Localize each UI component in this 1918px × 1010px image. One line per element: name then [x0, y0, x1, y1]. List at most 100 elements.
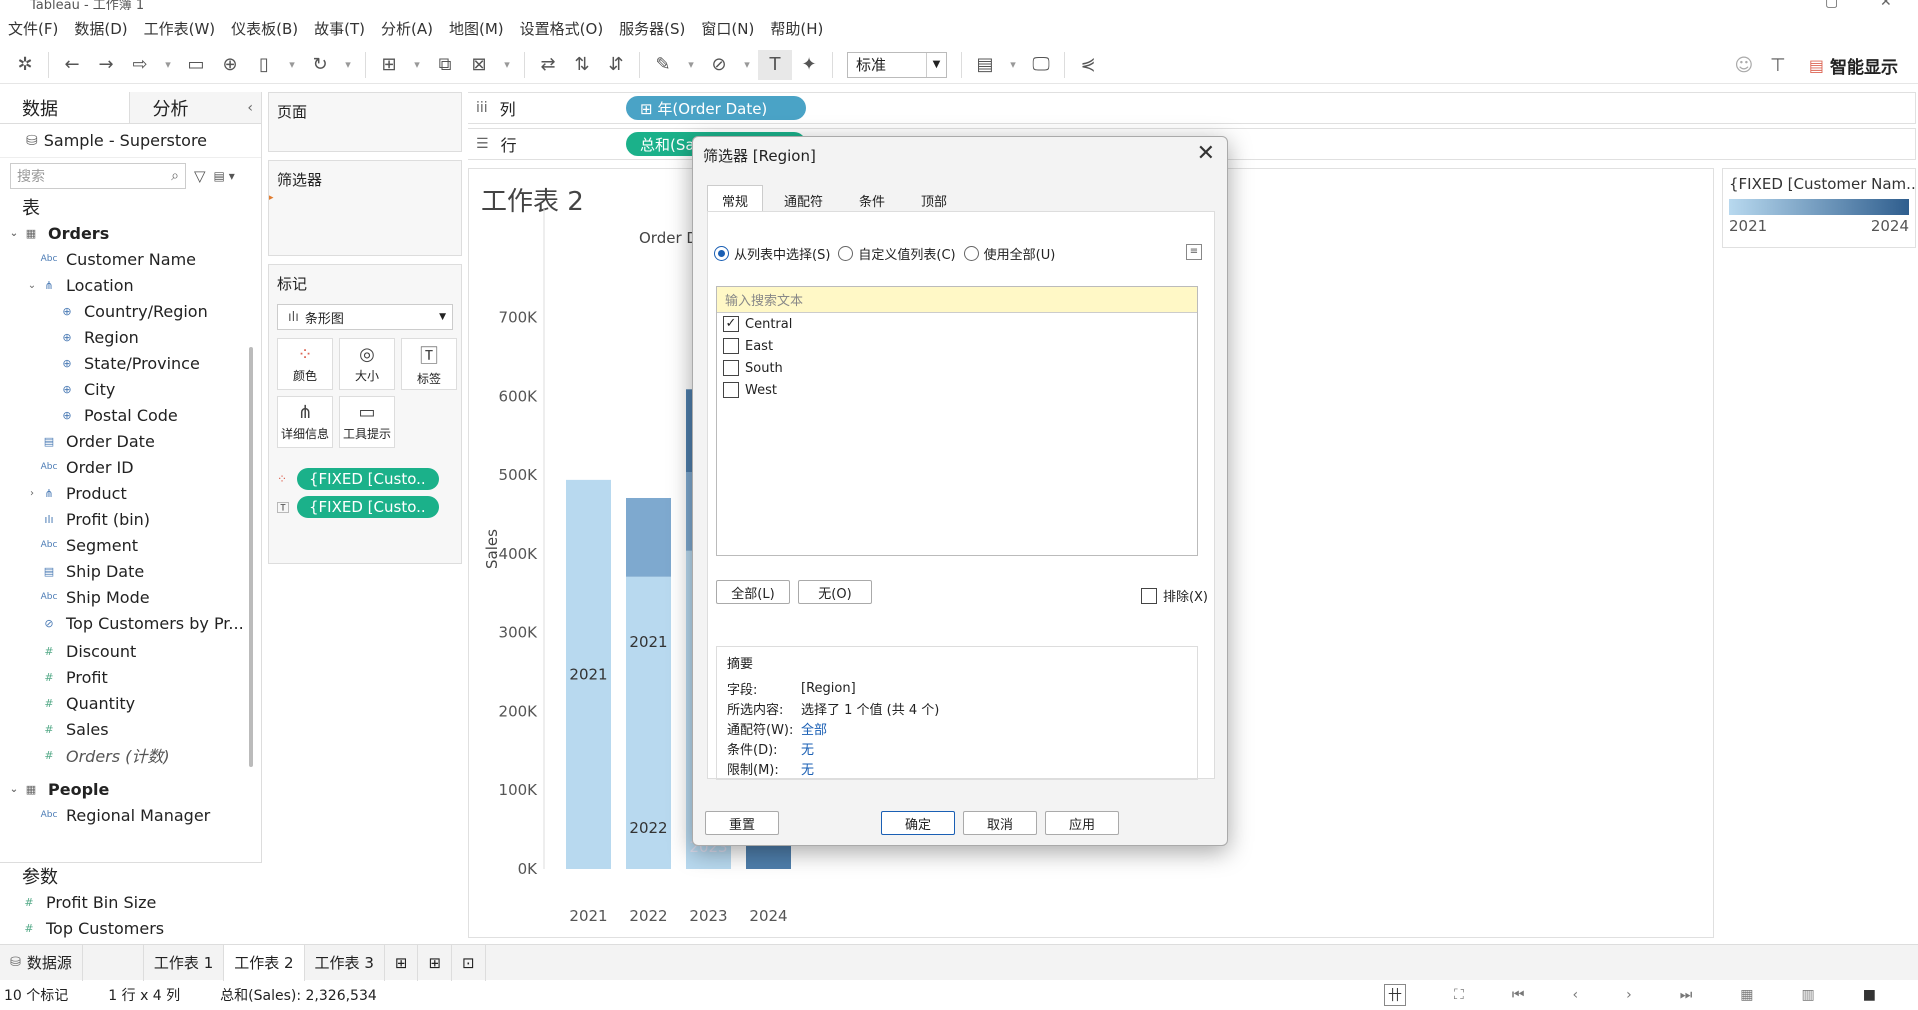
columns-shelf[interactable]: iii 列 ⊞ 年(Order Date) [468, 92, 1916, 124]
field-item[interactable]: › ⋔ Product [0, 480, 261, 506]
list-options-icon[interactable]: ≡ [1186, 244, 1202, 260]
list-item[interactable]: East [717, 335, 1197, 357]
color-button[interactable]: ⁘ 颜色 [277, 338, 333, 390]
field-item[interactable]: ⊕ Region [0, 324, 261, 350]
field-item[interactable]: ⊕ City [0, 376, 261, 402]
sheet-tab[interactable]: 工作表 3 [305, 944, 385, 981]
field-item[interactable]: Abc Segment [0, 532, 261, 558]
field-item[interactable]: # Quantity [0, 690, 261, 716]
group-members-icon[interactable]: ⊘ [702, 50, 736, 80]
field-item[interactable]: #People (计数) [0, 828, 261, 832]
summary-value[interactable]: 无 [801, 759, 814, 778]
save-icon[interactable]: ▭ [179, 50, 213, 80]
search-input[interactable]: 搜索 ⌕ [10, 163, 186, 189]
maximize-icon[interactable]: ▢ [1825, 0, 1838, 10]
share-icon[interactable]: ⋞ [1071, 50, 1105, 80]
field-item[interactable]: Abc Ship Mode [0, 584, 261, 610]
replace-data-icon[interactable]: ⇨ [123, 50, 157, 80]
checkbox-checked-icon[interactable]: ✓ [723, 316, 739, 332]
field-item[interactable]: ⊕ Country/Region [0, 298, 261, 324]
bar-segment[interactable] [626, 497, 671, 577]
parameter-item[interactable]: # Profit Bin Size [0, 889, 262, 915]
dropdown-arrow-icon[interactable]: ▾ [680, 50, 702, 80]
tab-analysis[interactable]: 分析 ‹ [130, 92, 261, 123]
menu-item[interactable]: 帮助(H) [770, 18, 823, 39]
table-orders[interactable]: ⌄ ▦ Orders [0, 220, 261, 246]
menu-item[interactable]: 服务器(S) [619, 18, 685, 39]
menu-item[interactable]: 设置格式(O) [520, 18, 604, 39]
label-field-pill[interactable]: {FIXED [Custo.. [297, 496, 439, 518]
parameter-item[interactable]: # Top Customers [0, 915, 262, 941]
bot-icon[interactable]: ☺ [1727, 50, 1761, 80]
view-options-icon[interactable]: ▤ ▾ [214, 169, 235, 183]
new-worksheet-icon[interactable]: ⊞ [372, 50, 406, 80]
new-story-icon[interactable]: ⊡ [452, 944, 486, 981]
scrollbar[interactable] [249, 347, 253, 767]
menu-item[interactable]: 地图(M) [449, 18, 504, 39]
field-item[interactable]: ▤ Order Date [0, 428, 261, 454]
close-window-icon[interactable]: ✕ [1880, 0, 1892, 10]
dropdown-arrow-icon[interactable]: ▾ [157, 50, 179, 80]
checkbox-icon[interactable] [723, 338, 739, 354]
chevron-icon[interactable]: ⌄ [26, 280, 38, 291]
mark-type-select[interactable]: ılı 条形图 ▼ [277, 304, 453, 330]
select-none-button[interactable]: 无(O) [798, 580, 872, 604]
color-legend[interactable]: {FIXED [Customer Nam... 2021 2024 [1722, 168, 1916, 248]
menu-item[interactable]: 窗口(N) [701, 18, 754, 39]
duplicate-sheet-icon[interactable]: ⧉ [428, 50, 462, 80]
first-sheet-icon[interactable]: ⏮ [1512, 987, 1525, 1003]
field-item[interactable]: Abc Customer Name [0, 246, 261, 272]
refresh-icon[interactable]: ↻ [303, 50, 337, 80]
cancel-button[interactable]: 取消 [963, 811, 1037, 835]
list-item[interactable]: South [717, 357, 1197, 379]
menu-item[interactable]: 工作表(W) [144, 18, 216, 39]
presentation-mode-icon[interactable]: 🖵 [1024, 50, 1058, 80]
pause-updates-icon[interactable]: ▯ [247, 50, 281, 80]
exclude-checkbox[interactable]: 排除(X) [1140, 586, 1208, 605]
next-sheet-icon[interactable]: › [1626, 987, 1632, 1003]
menu-item[interactable]: 故事(T) [314, 18, 365, 39]
checkbox-icon[interactable] [723, 360, 739, 376]
field-item[interactable]: # Profit [0, 664, 261, 690]
table-people[interactable]: ⌄ ▦ People [0, 776, 261, 802]
menu-item[interactable]: 文件(F) [8, 18, 58, 39]
field-item[interactable]: Abc Order ID [0, 454, 261, 480]
close-icon[interactable]: ✕ [1197, 141, 1215, 166]
fit-icon[interactable]: ⛶ [1454, 987, 1464, 1003]
new-datasource-icon[interactable]: ⊕ [213, 50, 247, 80]
field-item[interactable]: # Sales [0, 716, 261, 742]
show-mark-labels-icon[interactable]: T [758, 49, 792, 80]
apply-button[interactable]: 应用 [1045, 811, 1119, 835]
field-item[interactable]: ⌄ ⋔ Location [0, 272, 261, 298]
new-worksheet-icon[interactable]: ⊞ [385, 944, 419, 981]
radio-select-from-list[interactable]: 从列表中选择(S) [714, 244, 830, 263]
dropdown-arrow-icon[interactable]: ▾ [337, 50, 359, 80]
smart-show-button[interactable]: ▤ 智能显示 [1809, 53, 1898, 78]
radio-use-all[interactable]: 使用全部(U) [963, 244, 1055, 263]
checkbox-icon[interactable] [723, 382, 739, 398]
field-item[interactable]: ⊘ Top Customers by Pr... [0, 610, 261, 636]
pages-card[interactable]: 页面 [268, 92, 462, 152]
menu-item[interactable]: 仪表板(B) [231, 18, 298, 39]
sort-ascending-icon[interactable]: ⇅ [565, 50, 599, 80]
menu-item[interactable]: 数据(D) [74, 18, 127, 39]
format-painter-icon[interactable]: ⊤ [1761, 50, 1795, 80]
chevron-down-icon[interactable]: ⌄ [8, 228, 20, 239]
sheet-tab[interactable]: 工作表 1 [142, 944, 225, 981]
clear-sheet-icon[interactable]: ⊠ [462, 50, 496, 80]
detail-button[interactable]: ⋔ 详细信息 [277, 396, 333, 448]
field-item[interactable]: Abc Regional Manager [0, 802, 261, 828]
undo-icon[interactable]: ← [55, 50, 89, 80]
filter-icon[interactable]: ▽ [194, 167, 206, 185]
highlight-icon[interactable]: ✎ [646, 50, 680, 80]
swap-rows-columns-icon[interactable]: ⇄ [531, 50, 565, 80]
show-tabs-icon[interactable]: ■ [1863, 987, 1876, 1003]
tableau-logo-icon[interactable]: ✲ [8, 50, 42, 80]
field-item[interactable]: ⊕ State/Province [0, 350, 261, 376]
filters-card[interactable]: 筛选器 ▸ [268, 160, 462, 256]
summary-value[interactable]: 无 [801, 739, 814, 758]
fit-select[interactable]: 标准 ▼ [847, 51, 947, 78]
collapse-pane-icon[interactable]: ‹ [247, 100, 253, 116]
grid-icon[interactable]: 卄 [1384, 984, 1407, 1006]
sheet-tab-active[interactable]: 工作表 2 [224, 944, 305, 981]
